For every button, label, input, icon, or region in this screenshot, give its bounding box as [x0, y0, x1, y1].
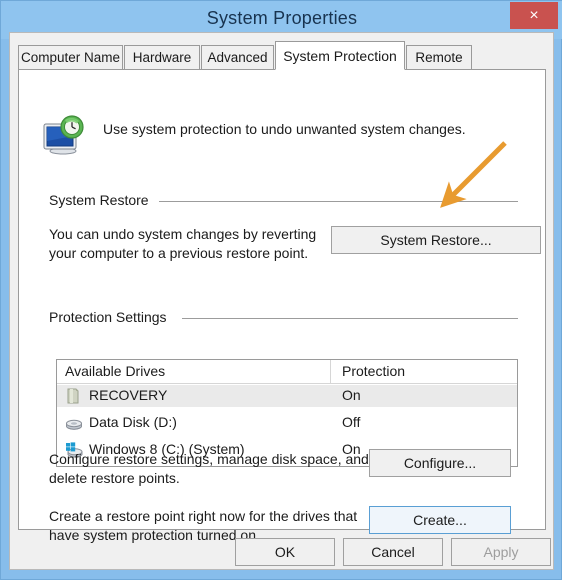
header-description: Use system protection to undo unwanted s…: [103, 121, 466, 137]
system-properties-window: System Properties × Computer Name Hardwa…: [0, 0, 562, 580]
drive-name: RECOVERY: [89, 387, 168, 403]
tab-hardware[interactable]: Hardware: [124, 45, 200, 69]
ok-button[interactable]: OK: [235, 538, 335, 566]
configure-description-line1: Configure restore settings, manage disk …: [49, 451, 369, 467]
close-icon[interactable]: ×: [510, 2, 558, 29]
system-restore-description-line2: your computer to a previous restore poin…: [49, 245, 309, 261]
column-header-available-drives[interactable]: Available Drives: [65, 363, 165, 379]
dialog-body: Computer Name Hardware Advanced System P…: [9, 32, 554, 570]
column-header-protection[interactable]: Protection: [342, 363, 405, 379]
tab-remote[interactable]: Remote: [406, 45, 472, 69]
tab-advanced[interactable]: Advanced: [201, 45, 274, 69]
group-divider-system-restore: [159, 201, 518, 202]
group-label-system-restore: System Restore: [49, 192, 155, 208]
system-restore-description-line1: You can undo system changes by reverting: [49, 226, 317, 242]
tab-page-system-protection: Use system protection to undo unwanted s…: [18, 69, 546, 543]
drive-name: Data Disk (D:): [89, 414, 177, 430]
create-description-line1: Create a restore point right now for the…: [49, 508, 358, 524]
column-divider: [330, 360, 331, 384]
create-description-line2: have system protection turned on.: [49, 527, 260, 543]
tab-system-protection[interactable]: System Protection: [275, 41, 405, 70]
listview-header: Available Drives Protection: [57, 360, 517, 384]
group-label-protection-settings: Protection Settings: [49, 309, 173, 325]
table-row[interactable]: Data Disk (D:) Off: [57, 412, 517, 434]
system-protection-icon: [41, 114, 87, 156]
tab-strip: Computer Name Hardware Advanced System P…: [18, 41, 546, 70]
cancel-button[interactable]: Cancel: [343, 538, 443, 566]
configure-description-line2: delete restore points.: [49, 470, 180, 486]
hard-disk-icon: [65, 414, 83, 432]
group-divider-protection-settings: [182, 318, 518, 319]
configure-button[interactable]: Configure...: [369, 449, 511, 477]
recovery-drive-icon: [65, 387, 83, 405]
tab-computer-name[interactable]: Computer Name: [18, 45, 123, 69]
apply-button: Apply: [451, 538, 551, 566]
system-restore-button[interactable]: System Restore...: [331, 226, 541, 254]
create-button[interactable]: Create...: [369, 506, 511, 534]
drive-protection-status: Off: [342, 414, 361, 430]
window-title: System Properties: [206, 8, 358, 28]
drive-protection-status: On: [342, 387, 361, 403]
table-row[interactable]: RECOVERY On: [57, 385, 517, 407]
